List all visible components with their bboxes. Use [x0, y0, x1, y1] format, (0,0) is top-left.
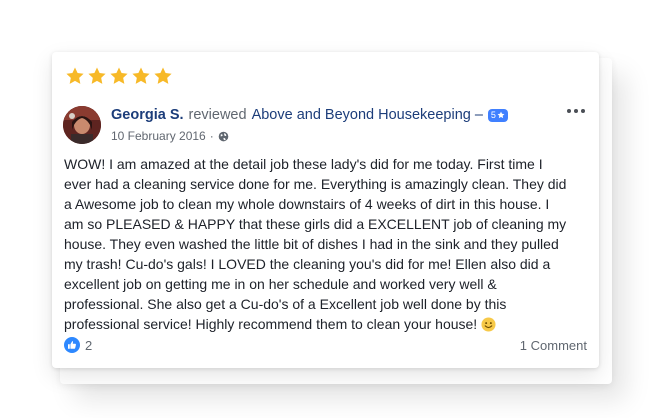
comments-link[interactable]: 1 Comment [520, 338, 587, 353]
review-text-line: WOW! I am amazed at the detail job these… [64, 156, 543, 172]
star-icon [497, 111, 505, 119]
review-text-line: professional. She also get a Cu-do's of … [64, 296, 507, 312]
reviewed-label: reviewed [188, 107, 247, 123]
review-text-line-last: professional service! Highly recommend t… [64, 314, 592, 334]
more-options-icon-dot [581, 109, 585, 113]
review-card: Georgia S. reviewed Above and Beyond Hou… [52, 52, 599, 368]
star-icon [88, 67, 106, 84]
review-text-line: house. They even washed the little bit o… [64, 236, 559, 252]
rating-badge: 5 [487, 108, 508, 122]
like-icon [64, 337, 80, 353]
review-text-line: professional service! Highly recommend t… [64, 316, 478, 332]
reactions-summary[interactable]: 2 [64, 337, 92, 353]
page-name-link[interactable]: Above and Beyond Housekeeping [252, 107, 471, 123]
review-text: WOW! I am amazed at the detail job these… [64, 154, 592, 334]
avatar-image [63, 106, 101, 144]
review-meta: 10 February 2016 · [111, 129, 229, 143]
star-rating [65, 66, 173, 86]
likes-count: 2 [85, 337, 93, 353]
globe-icon[interactable] [218, 131, 229, 142]
review-text-line: ever had a cleaning service done for me.… [64, 176, 567, 192]
dash-separator: – [474, 107, 483, 123]
more-options-icon-dot [567, 109, 571, 113]
star-icon [154, 67, 172, 84]
smiley-emoji-icon [481, 317, 496, 332]
meta-separator: · [209, 129, 214, 143]
review-header: Georgia S. reviewed Above and Beyond Hou… [111, 107, 508, 123]
review-date[interactable]: 10 February 2016 [111, 129, 206, 143]
more-options-icon-dot [574, 109, 578, 113]
more-options-button[interactable] [565, 107, 587, 115]
review-text-line: am so PLEASED & HAPPY that these girls d… [64, 216, 567, 232]
badge-value: 5 [490, 109, 496, 120]
review-text-line: excellent job on getting me in on her sc… [64, 276, 497, 292]
star-icon [110, 67, 128, 84]
star-icon [132, 67, 150, 84]
review-text-line: my trash! Cu-do's gals! I LOVED the clea… [64, 256, 551, 272]
avatar[interactable] [63, 106, 101, 144]
review-text-line: a Awesome job to clean my whole downstai… [64, 196, 550, 212]
author-name[interactable]: Georgia S. [111, 107, 184, 123]
star-icon [66, 67, 84, 84]
